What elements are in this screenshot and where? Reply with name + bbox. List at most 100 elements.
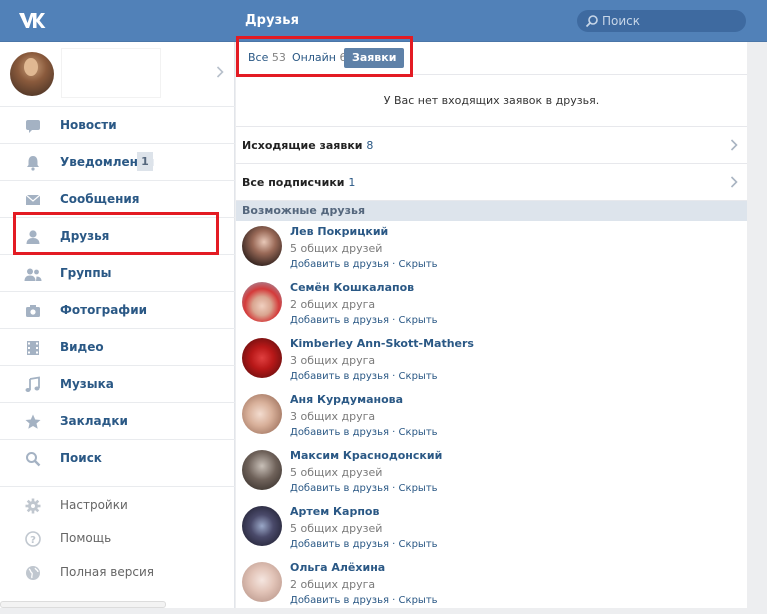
add-friend-link[interactable]: Добавить в друзья bbox=[290, 315, 389, 326]
friend-actions: Добавить в друзья · Скрыть bbox=[290, 259, 438, 270]
avatar[interactable] bbox=[242, 394, 282, 434]
avatar[interactable] bbox=[242, 338, 282, 378]
sidebar-item-settings[interactable]: Настройки bbox=[0, 486, 235, 523]
sidebar-item-help[interactable]: ? Помощь bbox=[0, 520, 235, 557]
add-friend-link[interactable]: Добавить в друзья bbox=[290, 259, 389, 270]
actions-separator: · bbox=[389, 371, 399, 382]
subscribers-label: Все подписчики 1 bbox=[242, 176, 355, 189]
mutual-friends-link[interactable]: 5 общих друзей bbox=[290, 466, 382, 479]
mutual-friends-link[interactable]: 3 общих друга bbox=[290, 410, 375, 423]
top-header: Друзья Поиск bbox=[0, 0, 767, 42]
friend-actions: Добавить в друзья · Скрыть bbox=[290, 371, 438, 382]
sidebar-item-label: Полная версия bbox=[60, 565, 154, 579]
hide-link[interactable]: Скрыть bbox=[399, 539, 438, 550]
friend-actions: Добавить в друзья · Скрыть bbox=[290, 427, 438, 438]
chevron-right-icon bbox=[730, 139, 738, 151]
list-item: Артем Карпов 5 общих друзей Добавить в д… bbox=[236, 502, 747, 558]
add-friend-link[interactable]: Добавить в друзья bbox=[290, 427, 389, 438]
mutual-friends-link[interactable]: 3 общих друга bbox=[290, 354, 375, 367]
sidebar-item-music[interactable]: Музыка bbox=[0, 365, 235, 402]
envelope-icon bbox=[25, 194, 41, 205]
camera-icon bbox=[26, 305, 40, 317]
sidebar-item-full-version[interactable]: Полная версия bbox=[0, 554, 235, 591]
horizontal-scrollbar[interactable] bbox=[0, 601, 166, 608]
search-input[interactable]: Поиск bbox=[577, 10, 746, 32]
help-icon: ? bbox=[25, 531, 41, 547]
hide-link[interactable]: Скрыть bbox=[399, 483, 438, 494]
add-friend-link[interactable]: Добавить в друзья bbox=[290, 483, 389, 494]
sidebar-item-news[interactable]: Новости bbox=[0, 106, 235, 143]
avatar[interactable] bbox=[10, 52, 54, 96]
add-friend-link[interactable]: Добавить в друзья bbox=[290, 539, 389, 550]
profile-block[interactable] bbox=[0, 42, 235, 106]
sidebar-item-label: Фотографии bbox=[60, 303, 148, 317]
add-friend-link[interactable]: Добавить в друзья bbox=[290, 595, 389, 606]
page-title: Друзья bbox=[245, 13, 300, 28]
sidebar-item-photos[interactable]: Фотографии bbox=[0, 291, 235, 328]
avatar[interactable] bbox=[242, 226, 282, 266]
friend-name-link[interactable]: Ольга Алёхина bbox=[290, 561, 385, 574]
empty-requests-message: У Вас нет входящих заявок в друзья. bbox=[236, 75, 747, 127]
vk-logo-icon[interactable] bbox=[18, 11, 46, 31]
sidebar-item-label: Музыка bbox=[60, 377, 114, 391]
tab-online[interactable]: Онлайн 6 bbox=[292, 51, 346, 64]
notification-count-badge: 1 bbox=[137, 152, 153, 171]
subscribers-count: 1 bbox=[348, 176, 356, 189]
friend-name-link[interactable]: Максим Краснодонский bbox=[290, 449, 442, 462]
sidebar-item-label: Закладки bbox=[60, 414, 128, 428]
actions-separator: · bbox=[389, 595, 399, 606]
actions-separator: · bbox=[389, 259, 399, 270]
friend-actions: Добавить в друзья · Скрыть bbox=[290, 483, 438, 494]
friend-name-link[interactable]: Аня Курдуманова bbox=[290, 393, 403, 406]
chevron-right-icon[interactable] bbox=[216, 66, 224, 78]
sidebar-item-search[interactable]: Поиск bbox=[0, 439, 235, 476]
news-icon bbox=[26, 120, 40, 133]
friends-tabs: Все 53 Онлайн 6 Заявки bbox=[236, 42, 747, 75]
hide-link[interactable]: Скрыть bbox=[399, 427, 438, 438]
list-item: Kimberley Ann-Skott-Mathers 3 общих друг… bbox=[236, 334, 747, 390]
friend-name-link[interactable]: Kimberley Ann-Skott-Mathers bbox=[290, 337, 474, 350]
sidebar-item-groups[interactable]: Группы bbox=[0, 254, 235, 291]
avatar[interactable] bbox=[242, 282, 282, 322]
search-icon bbox=[26, 452, 41, 467]
search-icon bbox=[585, 15, 598, 28]
sidebar-item-video[interactable]: Видео bbox=[0, 328, 235, 365]
mutual-friends-link[interactable]: 5 общих друзей bbox=[290, 242, 382, 255]
hide-link[interactable]: Скрыть bbox=[399, 595, 438, 606]
possible-friends-header: Возможные друзья bbox=[236, 201, 747, 221]
friend-name-link[interactable]: Семён Кошкалапов bbox=[290, 281, 414, 294]
svg-text:?: ? bbox=[30, 535, 36, 546]
sidebar-item-friends[interactable]: Друзья bbox=[0, 217, 235, 254]
sidebar-item-notifications[interactable]: Уведомления 1 bbox=[0, 143, 235, 180]
avatar[interactable] bbox=[242, 506, 282, 546]
sidebar-item-label: Видео bbox=[60, 340, 104, 354]
mutual-friends-link[interactable]: 5 общих друзей bbox=[290, 522, 382, 535]
chevron-right-icon bbox=[730, 176, 738, 188]
hide-link[interactable]: Скрыть bbox=[399, 315, 438, 326]
hide-link[interactable]: Скрыть bbox=[399, 371, 438, 382]
sidebar-item-label: Новости bbox=[60, 118, 117, 132]
list-item: Семён Кошкалапов 2 общих друга Добавить … bbox=[236, 278, 747, 334]
sidebar-item-label: Настройки bbox=[60, 498, 128, 512]
sidebar-item-label: Сообщения bbox=[60, 192, 140, 206]
mutual-friends-link[interactable]: 2 общих друга bbox=[290, 298, 375, 311]
avatar[interactable] bbox=[242, 450, 282, 490]
hide-link[interactable]: Скрыть bbox=[399, 259, 438, 270]
sidebar-item-bookmarks[interactable]: Закладки bbox=[0, 402, 235, 439]
sidebar-item-label: Друзья bbox=[60, 229, 110, 243]
friend-name-link[interactable]: Лев Покрицкий bbox=[290, 225, 388, 238]
person-icon bbox=[26, 230, 40, 244]
friend-name-link[interactable]: Артем Карпов bbox=[290, 505, 379, 518]
all-subscribers-link[interactable]: Все подписчики 1 bbox=[236, 164, 747, 201]
tab-requests[interactable]: Заявки bbox=[344, 48, 405, 68]
outgoing-requests-link[interactable]: Исходящие заявки 8 bbox=[236, 127, 747, 164]
tab-all[interactable]: Все 53 bbox=[248, 51, 286, 64]
actions-separator: · bbox=[389, 539, 399, 550]
tab-all-label: Все bbox=[248, 51, 269, 64]
mutual-friends-link[interactable]: 2 общих друга bbox=[290, 578, 375, 591]
film-icon bbox=[27, 341, 39, 355]
add-friend-link[interactable]: Добавить в друзья bbox=[290, 371, 389, 382]
list-item: Максим Краснодонский 5 общих друзей Доба… bbox=[236, 446, 747, 502]
avatar[interactable] bbox=[242, 562, 282, 602]
sidebar-item-messages[interactable]: Сообщения bbox=[0, 180, 235, 217]
